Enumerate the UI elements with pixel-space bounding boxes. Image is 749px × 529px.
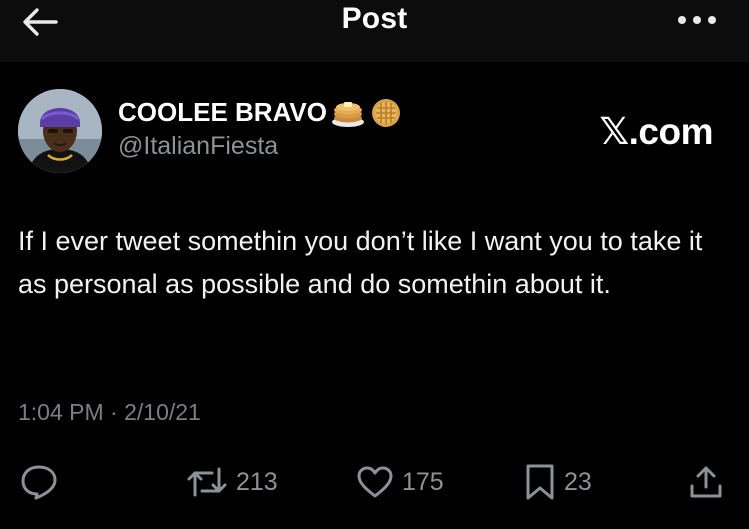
bookmark-count: 23 [564, 467, 592, 496]
repost-count: 213 [236, 467, 278, 496]
top-bar: Post [0, 0, 749, 62]
repost-icon [187, 467, 227, 497]
more-options-button[interactable] [673, 10, 717, 30]
bookmark-icon [526, 464, 554, 500]
x-logo: 𝕏.com [599, 111, 713, 152]
share-icon [690, 466, 722, 498]
page-title: Post [341, 2, 408, 35]
profile-photo [18, 89, 102, 173]
like-button[interactable]: 175 [356, 462, 444, 502]
more-horizontal-icon [678, 16, 716, 24]
author-handle[interactable]: @ItalianFiesta [118, 132, 278, 161]
post-text: If I ever tweet somethin you don’t like … [18, 226, 703, 299]
bookmark-button[interactable]: 23 [524, 462, 592, 502]
reply-icon [21, 465, 57, 500]
reply-button[interactable] [20, 462, 66, 502]
avatar[interactable] [18, 89, 102, 173]
author-display-name-row[interactable]: COOLEE BRAVO [118, 97, 403, 128]
pancakes-emoji [331, 101, 364, 127]
share-button[interactable] [688, 462, 732, 502]
post-actions-bar: 213 175 23 [0, 462, 749, 506]
heart-icon [357, 466, 393, 498]
like-count: 175 [402, 467, 444, 496]
waffle-emoji [371, 98, 400, 127]
post-timestamp[interactable]: 1:04 PM · 2/10/21 [18, 399, 201, 426]
repost-button[interactable]: 213 [186, 462, 278, 502]
author-display-name: COOLEE BRAVO [118, 97, 327, 127]
